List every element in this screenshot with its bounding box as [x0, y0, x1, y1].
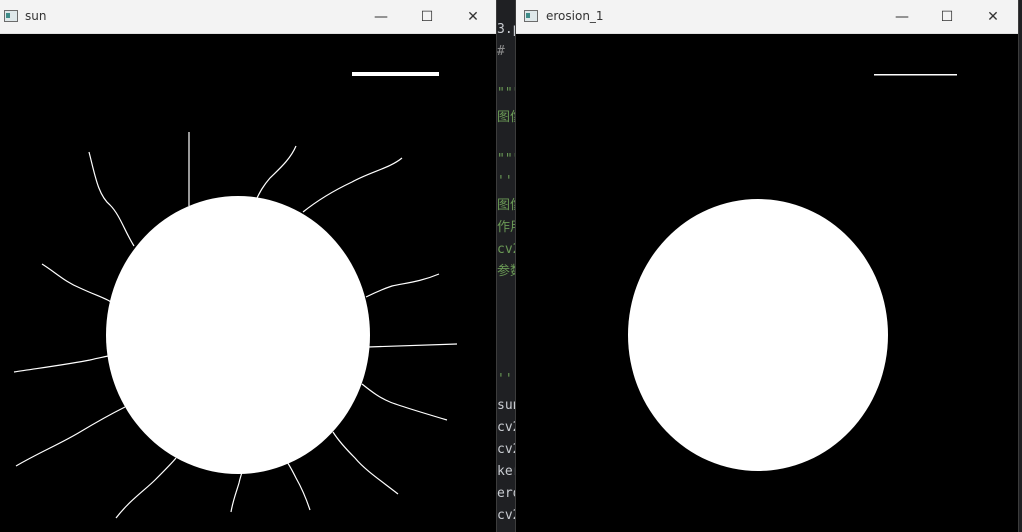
eroded-disk [628, 199, 888, 471]
window-title: erosion_1 [546, 9, 604, 23]
code-line: '' [497, 372, 513, 387]
image-canvas [0, 34, 496, 532]
app-icon [524, 10, 538, 22]
sun-disk [106, 196, 370, 474]
maximize-button[interactable]: ☐ [404, 0, 450, 33]
image-canvas [516, 34, 1018, 532]
close-button[interactable]: ✕ [970, 0, 1016, 33]
erosion-image [628, 74, 957, 471]
app-icon [4, 10, 18, 22]
close-button[interactable]: ✕ [450, 0, 496, 33]
title-bar[interactable]: erosion_1 — ☐ ✕ [516, 0, 1018, 34]
window-title: sun [25, 9, 47, 23]
code-line: '' [497, 174, 513, 189]
minimize-button[interactable]: — [358, 0, 404, 33]
title-bar[interactable]: sun — ☐ ✕ [0, 0, 496, 34]
maximize-button[interactable]: ☐ [924, 0, 970, 33]
sun-image [13, 72, 458, 519]
minimize-button[interactable]: — [879, 0, 925, 33]
bar-line [352, 72, 439, 76]
bar-line [874, 74, 957, 76]
erosion-window[interactable]: erosion_1 — ☐ ✕ [516, 0, 1018, 532]
sun-window[interactable]: sun — ☐ ✕ [0, 0, 496, 532]
